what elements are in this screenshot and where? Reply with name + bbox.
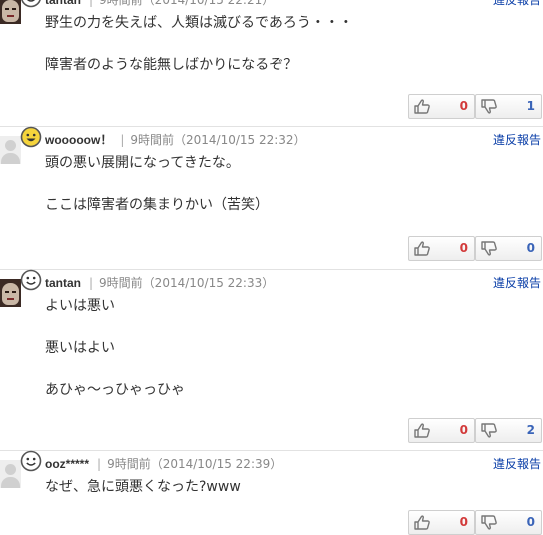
comment-line: 悪いはよい [45, 340, 115, 356]
smiley-icon [20, 0, 42, 8]
like-button[interactable]: 0 [408, 510, 475, 535]
like-button[interactable]: 0 [408, 94, 475, 119]
like-count: 0 [459, 99, 468, 113]
like-count: 0 [459, 423, 468, 437]
comment-divider [0, 450, 543, 451]
comment-meta: wooooow！ | 9時間前（2014/10/15 22:32） [45, 131, 306, 149]
comment-body: 野生の力を失えば、人類は滅びるであろう・・・ 障害者のような能無しばかりになるぞ？ [45, 12, 505, 76]
avatar[interactable] [0, 279, 21, 307]
like-button[interactable]: 0 [408, 418, 475, 443]
dislike-button[interactable]: 0 [475, 510, 542, 535]
author-name[interactable]: tantan [45, 276, 81, 290]
comment-divider [0, 126, 543, 127]
dislike-count: 2 [526, 423, 535, 437]
comment-line: なぜ、急に頭悪くなった?www [45, 479, 241, 495]
dislike-button[interactable]: 1 [475, 94, 542, 119]
dislike-button[interactable]: 0 [475, 236, 542, 261]
like-count: 0 [459, 241, 468, 255]
report-link[interactable]: 違反報告 [493, 0, 541, 9]
comment-body: 頭の悪い展開になってきたな。ここは障害者の集まりかい（苦笑） [45, 152, 505, 216]
vote-buttons: 01 [408, 94, 542, 119]
dislike-button[interactable]: 2 [475, 418, 542, 443]
comment-line: あひゃ～っひゃっひゃ [45, 382, 185, 398]
post-time: 9時間前（2014/10/15 22:39） [107, 457, 283, 471]
comment-meta: tantan | 9時間前（2014/10/15 22:33） [45, 274, 274, 292]
avatar[interactable] [0, 460, 21, 488]
avatar[interactable] [0, 0, 21, 24]
author-name[interactable]: tantan [45, 0, 81, 7]
comment-line: 野生の力を失えば、人類は滅びるであろう・・・ [45, 15, 353, 31]
post-time: 9時間前（2014/10/15 22:21） [99, 0, 275, 7]
meta-separator: | [89, 276, 94, 290]
post-time: 9時間前（2014/10/15 22:33） [99, 276, 275, 290]
grin-icon [20, 126, 42, 148]
vote-buttons: 00 [408, 236, 542, 261]
smiley-icon [20, 450, 42, 472]
meta-separator: | [97, 457, 102, 471]
report-link[interactable]: 違反報告 [493, 131, 541, 149]
comment-line: 障害者のような能無しばかりになるぞ？ [45, 57, 298, 73]
report-link[interactable]: 違反報告 [493, 274, 541, 292]
smiley-icon [20, 269, 42, 291]
avatar[interactable] [0, 136, 21, 164]
comment-meta: ooz***** | 9時間前（2014/10/15 22:39） [45, 455, 282, 473]
like-button[interactable]: 0 [408, 236, 475, 261]
comment-line: よいは悪い [45, 298, 115, 314]
comment-meta: tantan | 9時間前（2014/10/15 22:21） [45, 0, 274, 9]
author-name[interactable]: ooz***** [45, 457, 89, 471]
meta-separator: | [89, 0, 94, 7]
dislike-count: 0 [526, 241, 535, 255]
meta-separator: | [120, 133, 125, 147]
dislike-count: 1 [526, 99, 535, 113]
vote-buttons: 02 [408, 418, 542, 443]
report-link[interactable]: 違反報告 [493, 455, 541, 473]
post-time: 9時間前（2014/10/15 22:32） [130, 133, 306, 147]
comment-divider [0, 269, 543, 270]
author-name[interactable]: wooooow！ [45, 133, 112, 147]
comment-body: なぜ、急に頭悪くなった?www [45, 476, 505, 498]
like-count: 0 [459, 515, 468, 529]
comment-body: よいは悪い悪いはよいあひゃ～っひゃっひゃ [45, 295, 505, 401]
comment-line: ここは障害者の集まりかい（苦笑） [45, 197, 269, 213]
vote-buttons: 00 [408, 510, 542, 535]
comment-line: 頭の悪い展開になってきたな。 [45, 155, 240, 171]
dislike-count: 0 [526, 515, 535, 529]
